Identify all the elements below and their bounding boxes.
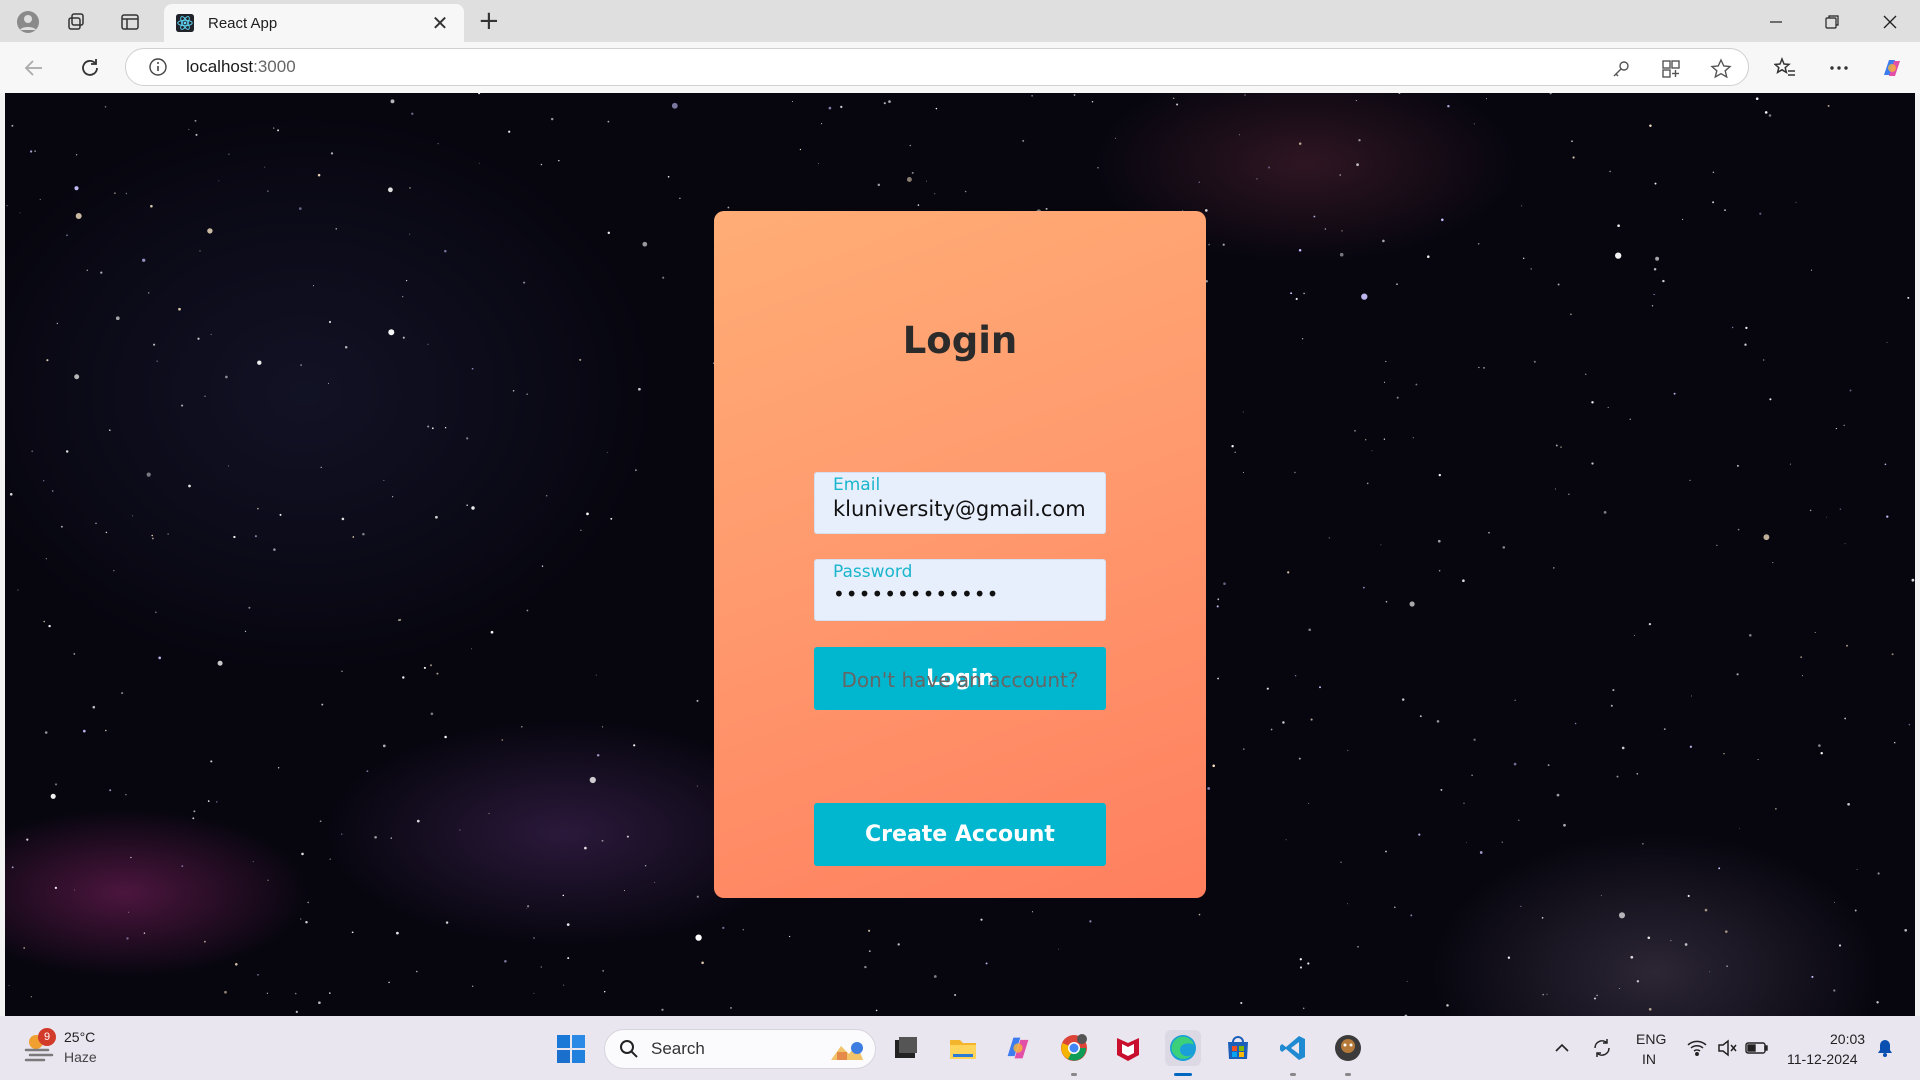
reload-icon[interactable] [76, 54, 104, 82]
file-explorer-icon[interactable] [945, 1030, 981, 1066]
password-field[interactable]: Password ••••••••••••• [814, 559, 1106, 621]
react-favicon-icon [176, 14, 194, 32]
search-highlight-icon [831, 1042, 863, 1060]
email-label: Email [833, 475, 881, 495]
search-icon [620, 1040, 638, 1058]
volume-muted-icon[interactable] [1715, 1036, 1739, 1060]
copilot-icon[interactable] [1878, 54, 1906, 82]
weather-badge: 9 [38, 1028, 56, 1046]
weather-temp[interactable]: 25°C [64, 1029, 95, 1045]
login-card: Login Email Password ••••••••••••• Login… [714, 211, 1206, 898]
no-account-prompt: Don't have an account? [841, 668, 1079, 692]
input-region[interactable]: IN [1642, 1051, 1656, 1067]
search-label: Search [651, 1039, 705, 1058]
email-field[interactable]: Email [814, 472, 1106, 534]
more-options-icon[interactable] [1825, 54, 1853, 82]
taskbar-search[interactable]: Search [604, 1029, 876, 1069]
chrome-icon[interactable] [1056, 1030, 1092, 1066]
copilot-app-icon[interactable] [1000, 1030, 1036, 1066]
restore-icon[interactable] [1812, 8, 1852, 36]
password-key-icon[interactable] [1609, 57, 1633, 81]
microsoft-store-icon[interactable] [1220, 1030, 1256, 1066]
url-host: localhost [186, 57, 254, 76]
create-account-button[interactable]: Create Account [814, 803, 1106, 866]
chrome-running-indicator [1071, 1073, 1077, 1076]
new-tab-button[interactable]: + [478, 6, 500, 36]
back-arrow-icon[interactable] [20, 54, 48, 82]
input-language[interactable]: ENG [1636, 1031, 1666, 1047]
page-viewport: Login Email Password ••••••••••••• Login… [5, 93, 1915, 1016]
site-info-icon[interactable] [148, 57, 168, 77]
tab-title: React App [208, 14, 278, 32]
show-hidden-icons-chevron-icon[interactable] [1550, 1036, 1574, 1060]
vscode-icon[interactable] [1275, 1030, 1311, 1066]
url-text: localhost:3000 [186, 57, 296, 77]
battery-icon[interactable] [1745, 1036, 1769, 1060]
favorites-icon[interactable] [1771, 54, 1799, 82]
password-input[interactable]: ••••••••••••• [833, 582, 1101, 606]
profile-icon[interactable] [14, 8, 42, 36]
url-port: :3000 [253, 57, 296, 76]
vscode-running-indicator [1290, 1073, 1296, 1076]
windows-start-icon[interactable] [556, 1034, 586, 1064]
vertical-tabs-icon[interactable] [116, 8, 144, 36]
mcafee-icon[interactable] [1110, 1030, 1146, 1066]
minimize-icon[interactable] [1756, 8, 1796, 36]
edge-icon[interactable] [1165, 1030, 1201, 1066]
tab-close-icon[interactable]: ✕ [428, 11, 452, 35]
login-title: Login [902, 319, 1018, 362]
clock-time[interactable]: 20:03 [1830, 1031, 1865, 1047]
notification-bell-icon[interactable] [1873, 1036, 1897, 1060]
favorite-star-icon[interactable] [1709, 57, 1733, 81]
address-bar[interactable]: localhost:3000 [125, 48, 1749, 86]
task-view-icon[interactable] [888, 1030, 924, 1066]
browser-tab-strip: React App ✕ + [0, 0, 1920, 42]
app-available-icon[interactable] [1659, 57, 1683, 81]
browser-toolbar: localhost:3000 [0, 42, 1920, 93]
edge-active-indicator [1174, 1073, 1192, 1076]
weather-condition[interactable]: Haze [64, 1049, 97, 1065]
wifi-icon[interactable] [1685, 1036, 1709, 1060]
close-window-icon[interactable] [1870, 8, 1910, 36]
password-label: Password [833, 562, 913, 582]
sync-icon[interactable] [1590, 1036, 1614, 1060]
avatar-running-indicator [1345, 1073, 1351, 1076]
app-avatar-icon[interactable] [1330, 1030, 1366, 1066]
windows-taskbar: 9 25°C Haze Search ENG IN 20:03 11-12-20… [0, 1016, 1920, 1080]
clock-date[interactable]: 11-12-2024 [1787, 1051, 1858, 1067]
tab-react-app[interactable]: React App ✕ [164, 4, 464, 42]
workspaces-icon[interactable] [62, 8, 90, 36]
email-input[interactable] [833, 497, 1101, 521]
